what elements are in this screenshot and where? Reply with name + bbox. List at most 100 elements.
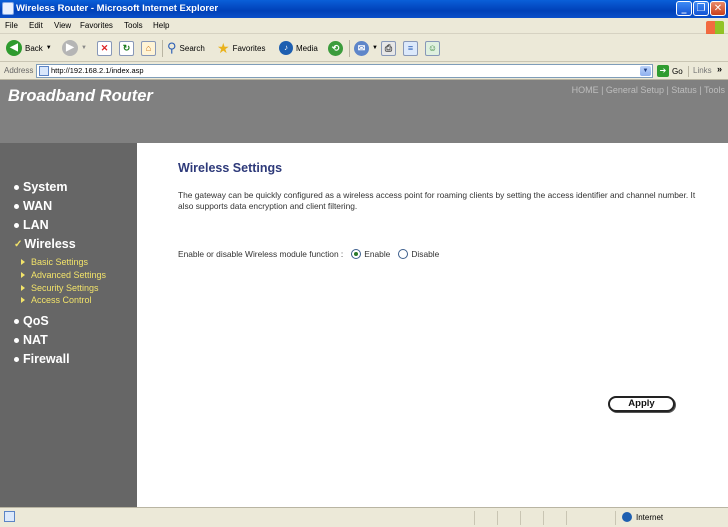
sidebar-item-label: QoS [23, 314, 49, 328]
search-label: Search [179, 43, 205, 53]
back-button[interactable]: ◀ Back ▼ [6, 39, 52, 57]
address-dropdown-icon[interactable]: ▼ [640, 66, 651, 76]
forward-button[interactable]: ▶ ▼ [62, 39, 87, 57]
sidebar-item-qos[interactable]: QoS [14, 314, 49, 328]
zone-label: Internet [636, 513, 664, 522]
sidebar-item-label: Firewall [23, 352, 70, 366]
ie-page-icon [2, 2, 14, 15]
arrow-right-icon [21, 259, 25, 265]
address-url: http://192.168.2.1/index.asp [51, 66, 144, 75]
router-brand: Broadband Router [8, 87, 153, 105]
status-cell [474, 511, 475, 525]
status-cell [520, 511, 521, 525]
enable-label[interactable]: Enable [364, 249, 390, 259]
window-title-bar[interactable]: Wireless Router - Microsoft Internet Exp… [0, 0, 728, 18]
menu-bar: File Edit View Favorites Tools Help [0, 18, 728, 35]
media-button[interactable]: ♪ Media [279, 39, 318, 57]
mail-icon: ✉ [354, 40, 369, 56]
disable-label[interactable]: Disable [411, 249, 439, 259]
sidebar-item-lan[interactable]: LAN [14, 218, 49, 232]
bullet-icon [14, 222, 19, 228]
enable-radio[interactable] [351, 249, 362, 259]
internet-globe-icon [622, 512, 632, 522]
close-button[interactable]: ✕ [710, 1, 726, 16]
sidebar-item-label: System [23, 180, 68, 194]
print-button[interactable]: ⎙ [381, 39, 396, 57]
sidebar-subitem-access-control[interactable]: Access Control [21, 295, 92, 305]
window-title: Wireless Router - Microsoft Internet Exp… [16, 3, 219, 14]
sidebar-subitem-label: Security Settings [31, 283, 99, 293]
search-icon: ⚲ [167, 40, 177, 55]
back-label: Back [25, 43, 43, 53]
status-cell [543, 511, 544, 525]
edit-button[interactable]: ≡ [403, 39, 418, 57]
sidebar-item-label: WAN [23, 199, 53, 213]
forward-arrow-icon: ▶ [62, 40, 78, 56]
menu-help[interactable]: Help [153, 21, 169, 30]
apply-button[interactable]: Apply [608, 396, 675, 412]
search-button[interactable]: ⚲ Search [167, 39, 205, 57]
sidebar-item-firewall[interactable]: Firewall [14, 352, 70, 366]
favorites-star-icon: ★ [217, 39, 230, 56]
address-input[interactable]: http://192.168.2.1/index.asp ▼ [36, 64, 653, 78]
go-button[interactable]: ➔ Go [657, 65, 683, 77]
back-arrow-icon: ◀ [6, 40, 22, 56]
arrow-right-icon [21, 285, 25, 291]
page-description: The gateway can be quickly configured as… [178, 190, 696, 211]
maximize-button[interactable]: ❐ [693, 1, 709, 16]
router-sidebar: System WAN LAN ✓ Wireless Basic Settings … [0, 143, 137, 507]
chevron-right-icon[interactable]: » [717, 64, 722, 74]
go-label: Go [672, 66, 683, 76]
links-label[interactable]: Links [693, 66, 712, 75]
router-header: Broadband Router HOME | General Setup | … [0, 80, 728, 143]
refresh-button[interactable]: ↻ [119, 39, 134, 57]
bullet-icon [14, 356, 19, 362]
media-label: Media [296, 43, 318, 53]
messenger-button[interactable]: ☺ [425, 39, 440, 57]
forward-dropdown-icon: ▼ [81, 45, 87, 51]
arrow-right-icon [21, 272, 25, 278]
back-dropdown-icon: ▼ [45, 45, 52, 51]
bullet-icon [14, 203, 19, 209]
page-status-icon [4, 511, 15, 522]
wireless-toggle-label: Enable or disable Wireless module functi… [178, 249, 344, 259]
sidebar-item-nat[interactable]: NAT [14, 333, 48, 347]
sidebar-item-system[interactable]: System [14, 180, 67, 194]
menu-view[interactable]: View [54, 21, 71, 30]
refresh-icon: ↻ [119, 40, 134, 56]
mail-dropdown-icon: ▼ [372, 45, 378, 51]
sidebar-subitem-security-settings[interactable]: Security Settings [21, 283, 99, 293]
arrow-right-icon [21, 297, 25, 303]
disable-radio[interactable] [398, 249, 409, 259]
home-button[interactable]: ⌂ [141, 39, 156, 57]
history-button[interactable]: ⟲ [328, 39, 343, 57]
favorites-label: Favorites [232, 43, 266, 53]
sidebar-subitem-label: Advanced Settings [31, 270, 107, 280]
address-label: Address [4, 66, 34, 75]
windows-logo-icon [706, 21, 724, 35]
menu-favorites[interactable]: Favorites [80, 21, 113, 30]
sidebar-subitem-advanced-settings[interactable]: Advanced Settings [21, 270, 106, 280]
sidebar-item-label: NAT [23, 333, 48, 347]
menu-file[interactable]: File [5, 21, 18, 30]
sidebar-item-wan[interactable]: WAN [14, 199, 52, 213]
media-icon: ♪ [279, 41, 293, 55]
wireless-toggle-row: Enable or disable Wireless module functi… [178, 249, 439, 259]
messenger-icon: ☺ [425, 40, 440, 56]
menu-edit[interactable]: Edit [29, 21, 43, 30]
address-bar: Address http://192.168.2.1/index.asp ▼ ➔… [0, 62, 728, 80]
mail-button[interactable]: ✉ ▼ [354, 39, 378, 57]
stop-icon: ✕ [97, 40, 112, 56]
router-top-nav[interactable]: HOME | General Setup | Status | Tools [572, 85, 725, 95]
sidebar-item-wireless[interactable]: ✓ Wireless [14, 237, 76, 251]
stop-button[interactable]: ✕ [97, 39, 112, 57]
sidebar-subitem-basic-settings[interactable]: Basic Settings [21, 257, 88, 267]
favorites-button[interactable]: ★ Favorites [217, 39, 265, 57]
toolbar-separator [162, 40, 163, 57]
menu-tools[interactable]: Tools [124, 21, 143, 30]
status-cell [566, 511, 567, 525]
minimize-button[interactable]: _ [676, 1, 692, 16]
status-cell [615, 511, 616, 525]
printer-icon: ⎙ [381, 40, 396, 56]
bullet-icon [14, 318, 19, 324]
